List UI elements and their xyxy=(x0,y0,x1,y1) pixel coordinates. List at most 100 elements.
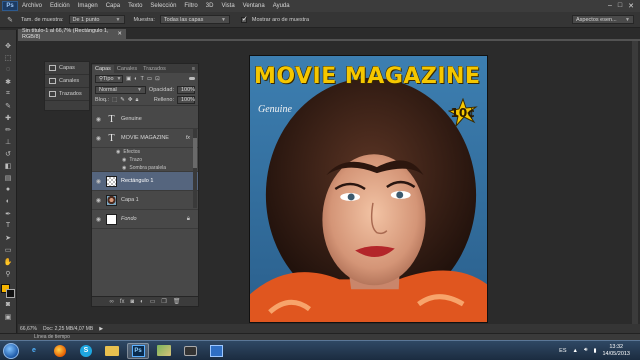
layer-row-movie-magazine[interactable]: ◉ T MOVIE MAGAZINE fx xyxy=(92,129,198,148)
screen-mode-icon[interactable]: ▣ xyxy=(2,311,14,322)
photoshop-taskbar-icon[interactable]: Ps xyxy=(127,342,149,359)
layer-row-rectangulo-1[interactable]: ◉ Rectángulo 1 xyxy=(92,172,198,191)
folder-icon[interactable] xyxy=(101,343,123,359)
path-select-tool-icon[interactable]: ➤ xyxy=(2,232,14,243)
adjustment-icon[interactable]: ◐ xyxy=(140,299,144,305)
type-tool-icon[interactable]: T xyxy=(2,220,14,231)
menu-ventana[interactable]: Ventana xyxy=(239,3,269,9)
canvas-vertical-scrollbar[interactable] xyxy=(632,41,638,324)
eyedropper-icon[interactable]: ✎ xyxy=(4,14,16,25)
skype-icon[interactable]: S xyxy=(75,343,97,359)
fill-field[interactable]: 100% xyxy=(177,96,195,104)
network-icon[interactable]: ▮ xyxy=(593,348,596,354)
layer-row-fondo[interactable]: ◉ Fondo 🔒︎ xyxy=(92,210,198,229)
maximize-icon[interactable]: □ xyxy=(618,2,622,10)
maps-icon[interactable] xyxy=(153,343,175,359)
tab-trazados[interactable]: Trazados xyxy=(140,65,169,73)
fx-icon[interactable]: fx xyxy=(120,299,125,305)
background-color-swatch[interactable] xyxy=(6,289,15,298)
filter-smart-icon[interactable]: ⊡ xyxy=(155,76,160,82)
eraser-tool-icon[interactable]: ◧ xyxy=(2,160,14,171)
minimize-icon[interactable]: – xyxy=(608,2,612,10)
filter-type-icon[interactable]: T xyxy=(141,76,144,82)
folder-icon[interactable]: ▭ xyxy=(150,298,156,305)
tasks-icon[interactable] xyxy=(205,343,227,359)
dock-item-trazados[interactable]: Trazados xyxy=(45,88,89,101)
brush-tool-icon[interactable]: ✏ xyxy=(2,124,14,135)
layers-scrollbar[interactable] xyxy=(193,128,197,208)
document-tab[interactable]: Sin título-1 al 66,7% (Rectángulo 1, RGB… xyxy=(18,28,126,40)
healing-tool-icon[interactable]: ✚ xyxy=(2,112,14,123)
sample-dropdown[interactable]: Todas las capas ▼ xyxy=(159,15,230,24)
show-ring-checkbox[interactable] xyxy=(240,15,248,23)
lock-position-icon[interactable]: ✥ xyxy=(128,97,133,103)
menu-capa[interactable]: Capa xyxy=(102,3,124,9)
filter-shape-icon[interactable]: ▭ xyxy=(147,76,152,82)
new-layer-icon[interactable]: ❐ xyxy=(161,298,166,305)
close-icon[interactable]: ✕ xyxy=(628,2,634,10)
layer-fx-badge[interactable]: fx xyxy=(186,135,190,141)
tab-canales[interactable]: Canales xyxy=(114,65,140,73)
language-indicator[interactable]: ES xyxy=(559,348,566,354)
clock[interactable]: 13:32 14/05/2013 xyxy=(602,344,630,358)
menu-ayuda[interactable]: Ayuda xyxy=(269,3,294,9)
quick-mask-icon[interactable]: ◙ xyxy=(2,299,14,310)
close-tab-icon[interactable]: ✕ xyxy=(117,31,122,37)
timeline-panel-bar[interactable]: Línea de tiempo xyxy=(0,333,640,340)
effect-item-stroke[interactable]: ◉ Trazo xyxy=(92,156,198,164)
lock-pixels-icon[interactable]: ⬚ xyxy=(112,97,117,103)
history-brush-tool-icon[interactable]: ↺ xyxy=(2,148,14,159)
camera-icon[interactable] xyxy=(179,343,201,359)
quick-select-tool-icon[interactable]: ✱ xyxy=(2,76,14,87)
visibility-eye-icon[interactable]: ◉ xyxy=(122,157,126,163)
volume-icon[interactable]: 🔊︎ xyxy=(584,347,587,354)
visibility-eye-icon[interactable]: ◉ xyxy=(95,179,102,185)
filter-toggle-icon[interactable] xyxy=(189,77,195,80)
eyedropper-tool-icon[interactable]: ✎ xyxy=(2,100,14,111)
zoom-level[interactable]: 66,67% xyxy=(20,326,37,332)
lasso-tool-icon[interactable]: ◌ xyxy=(2,64,14,75)
pen-tool-icon[interactable]: ✒ xyxy=(2,208,14,219)
menu-archivo[interactable]: Archivo xyxy=(18,3,46,9)
trash-icon[interactable]: 🗑︎ xyxy=(173,298,181,305)
status-arrow-icon[interactable]: ▶ xyxy=(99,326,103,332)
shape-tool-icon[interactable]: ▭ xyxy=(2,244,14,255)
firefox-icon[interactable] xyxy=(49,343,71,359)
workspace-dropdown[interactable]: Aspectos esen... ▼ xyxy=(572,15,634,24)
menu-imagen[interactable]: Imagen xyxy=(74,3,102,9)
menu-seleccion[interactable]: Selección xyxy=(146,3,180,9)
tab-capas[interactable]: Capas xyxy=(92,65,114,73)
effect-item-drop-shadow[interactable]: ◉ Sombra paralela xyxy=(92,164,198,172)
layer-filter-dropdown[interactable]: ⚲ Tipo ▼ xyxy=(95,74,123,83)
gradient-tool-icon[interactable]: ▤ xyxy=(2,172,14,183)
lock-paint-icon[interactable]: ✎ xyxy=(120,97,125,103)
start-button[interactable] xyxy=(3,342,19,359)
filter-adjust-icon[interactable]: ◐ xyxy=(134,76,137,82)
menu-filtro[interactable]: Filtro xyxy=(180,3,201,9)
blend-mode-dropdown[interactable]: Normal ▼ xyxy=(95,85,146,94)
blur-tool-icon[interactable]: ● xyxy=(2,184,14,195)
dock-item-canales[interactable]: Canales xyxy=(45,75,89,88)
visibility-eye-icon[interactable]: ◉ xyxy=(122,165,126,171)
hand-tool-icon[interactable]: ✋ xyxy=(2,256,14,267)
stamp-tool-icon[interactable]: ⊥ xyxy=(2,136,14,147)
filter-pixel-icon[interactable]: ▣ xyxy=(126,76,131,82)
link-icon[interactable]: ∞ xyxy=(110,299,114,305)
crop-tool-icon[interactable]: ⌗ xyxy=(2,88,14,99)
zoom-tool-icon[interactable]: ⚲ xyxy=(2,268,14,279)
mask-icon[interactable]: ◙ xyxy=(131,299,135,305)
opacity-field[interactable]: 100% xyxy=(177,85,195,94)
menu-vista[interactable]: Vista xyxy=(217,3,238,9)
dodge-tool-icon[interactable]: ◐ xyxy=(2,196,14,207)
menu-edicion[interactable]: Edición xyxy=(46,3,74,9)
visibility-eye-icon[interactable]: ◉ xyxy=(95,217,102,223)
sample-size-dropdown[interactable]: De 1 punto ▼ xyxy=(68,15,125,24)
panel-menu-icon[interactable]: ≡ xyxy=(192,66,198,73)
scrollbar-thumb[interactable] xyxy=(193,138,197,168)
show-hidden-icons-icon[interactable]: ▲ xyxy=(573,348,578,354)
visibility-eye-icon[interactable]: ◉ xyxy=(116,149,120,155)
visibility-eye-icon[interactable]: ◉ xyxy=(95,198,102,204)
ie-icon[interactable]: e xyxy=(23,343,45,359)
layer-row-genuine[interactable]: ◉ T Genuine xyxy=(92,110,198,129)
lock-all-icon[interactable]: 🔒︎ xyxy=(136,97,139,104)
